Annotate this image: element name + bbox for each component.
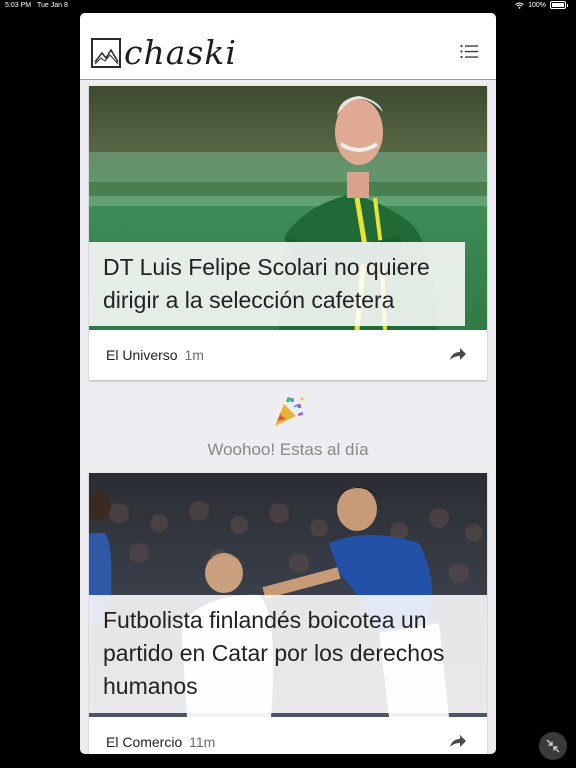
caught-up-text: Woohoo! Estas al día bbox=[207, 440, 369, 459]
logo-mountain-icon bbox=[91, 37, 121, 68]
article-source: El Universo bbox=[106, 347, 178, 363]
wifi-icon bbox=[515, 2, 524, 9]
app-header: chaski bbox=[80, 13, 496, 80]
article-card[interactable]: Futbolista finlandés boicotea un partido… bbox=[89, 473, 487, 754]
article-title[interactable]: DT Luis Felipe Scolari no quiere dirigir… bbox=[89, 242, 465, 326]
battery-percent: 100% bbox=[528, 1, 546, 9]
share-icon[interactable] bbox=[449, 347, 467, 361]
article-source: El Comercio bbox=[106, 734, 183, 750]
status-time: 5:03 PM bbox=[5, 2, 32, 9]
article-source-line: El Comercio 11m bbox=[106, 734, 215, 750]
app-window: chaski DT Luis Felipe Scolari no quiere … bbox=[80, 13, 496, 754]
article-footer: El Universo 1m bbox=[89, 330, 487, 380]
logo-text: chaski bbox=[124, 33, 237, 72]
article-age: 11m bbox=[189, 734, 216, 750]
status-bar: 5:03 PM Tue Jan 8 100% bbox=[0, 0, 576, 12]
app-logo[interactable]: chaski bbox=[91, 36, 237, 69]
collapse-arrows-button[interactable] bbox=[539, 732, 567, 760]
battery-icon bbox=[550, 1, 566, 9]
article-footer: El Comercio 11m bbox=[89, 717, 487, 754]
article-age: 1m bbox=[184, 347, 204, 363]
article-card[interactable]: DT Luis Felipe Scolari no quiere dirigir… bbox=[89, 86, 487, 380]
status-date: Tue Jan 8 bbox=[37, 2, 68, 9]
share-icon[interactable] bbox=[449, 734, 467, 748]
battery-cap bbox=[567, 3, 568, 7]
menu-list-icon[interactable] bbox=[460, 44, 478, 59]
party-popper-icon bbox=[275, 396, 304, 426]
caught-up-section: Woohoo! Estas al día bbox=[80, 395, 496, 460]
status-right: 100% bbox=[515, 1, 568, 9]
article-title[interactable]: Futbolista finlandés boicotea un partido… bbox=[89, 595, 487, 713]
collapse-arrows-icon bbox=[546, 739, 560, 753]
article-source-line: El Universo 1m bbox=[106, 347, 204, 363]
